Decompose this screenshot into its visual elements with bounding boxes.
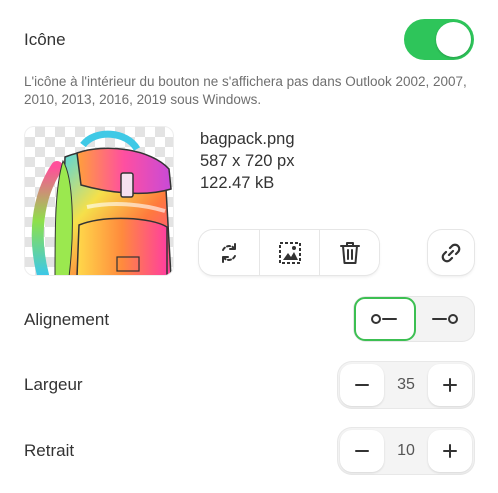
align-icon-right-option[interactable] xyxy=(416,297,474,341)
width-value[interactable]: 35 xyxy=(386,376,426,394)
edit-image-button[interactable] xyxy=(259,230,319,275)
delete-image-button[interactable] xyxy=(319,230,379,275)
plus-icon xyxy=(443,444,457,458)
minus-icon xyxy=(355,384,369,386)
icon-label: Icône xyxy=(24,30,66,49)
plus-icon xyxy=(443,378,457,392)
trash-icon xyxy=(339,241,360,264)
replace-icon xyxy=(222,242,236,263)
file-info: bagpack.png 587 x 720 px 122.47 kB xyxy=(200,128,295,194)
link-image-button[interactable] xyxy=(428,230,474,275)
align-icon-left-option[interactable] xyxy=(354,297,416,341)
image-action-group xyxy=(199,230,379,275)
indent-stepper: 10 xyxy=(338,428,474,474)
file-size: 122.47 kB xyxy=(200,174,275,192)
replace-image-button[interactable] xyxy=(199,230,259,275)
toggle-knob xyxy=(436,22,471,57)
width-decrement-button[interactable] xyxy=(340,364,384,406)
alignment-label: Alignement xyxy=(24,310,110,329)
icon-toggle[interactable] xyxy=(404,19,474,60)
image-edit-icon xyxy=(278,241,301,264)
outlook-warning-note: L'icône à l'intérieur du bouton ne s'aff… xyxy=(24,74,467,107)
width-label: Largeur xyxy=(24,375,83,394)
indent-increment-button[interactable] xyxy=(428,430,472,472)
file-dimensions: 587 x 720 px xyxy=(200,152,295,170)
file-name: bagpack.png xyxy=(200,130,295,148)
minus-icon xyxy=(355,450,369,452)
icon-preview-thumbnail xyxy=(24,126,174,276)
width-increment-button[interactable] xyxy=(428,364,472,406)
link-icon xyxy=(441,243,461,262)
icon-left-align-icon xyxy=(371,314,397,324)
indent-label: Retrait xyxy=(24,441,75,460)
backpack-image xyxy=(31,130,172,275)
indent-decrement-button[interactable] xyxy=(340,430,384,472)
icon-right-align-icon xyxy=(432,314,458,324)
indent-value[interactable]: 10 xyxy=(386,442,426,460)
width-stepper: 35 xyxy=(338,362,474,408)
alignment-selector xyxy=(354,297,474,341)
